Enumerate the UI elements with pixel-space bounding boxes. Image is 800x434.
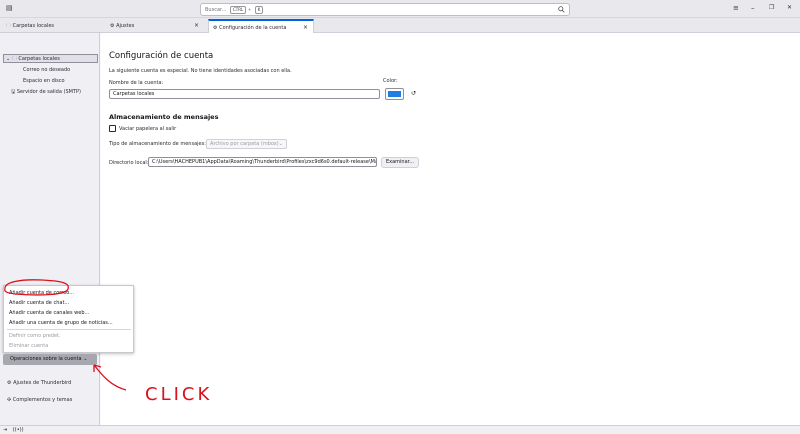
gear-icon: ⚙: [7, 380, 12, 386]
page-title: Configuración de cuenta: [109, 51, 214, 61]
title-bar: ▤ Buscar... CTRL + K ≡ – ❐ ✕: [0, 0, 800, 18]
menu-item-set-default: Definir como predet.: [9, 333, 61, 339]
hamburger-menu-icon[interactable]: ≡: [733, 4, 739, 12]
minimize-icon[interactable]: –: [751, 4, 755, 12]
status-bar: ⇥ ((•)): [0, 425, 800, 434]
tab-close-icon[interactable]: ×: [194, 19, 199, 33]
local-dir-label: Directorio local:: [109, 160, 149, 166]
tab-configuracion-cuenta[interactable]: ⚙ Configuración de la cuenta ×: [208, 19, 314, 33]
reset-color-icon[interactable]: ↺: [411, 90, 416, 97]
sidebar-item-label: Carpetas locales: [18, 56, 60, 62]
sidebar-item-label: Servidor de salida (SMTP): [16, 89, 81, 95]
menu-item-add-chat[interactable]: Añadir cuenta de chat...: [9, 300, 69, 306]
shortcut-letter: K: [254, 6, 264, 14]
color-picker[interactable]: [385, 88, 404, 100]
sidebar-item-label: Ajustes de Thunderbird: [13, 380, 72, 386]
browse-button[interactable]: Examinar...: [381, 157, 419, 168]
search-input[interactable]: Buscar... CTRL + K: [200, 3, 570, 16]
account-operations-button[interactable]: Operaciones sobre la cuenta ⌄: [3, 354, 97, 365]
account-settings-icon: ⚙: [213, 25, 218, 31]
account-settings-panel: Configuración de cuenta La siguiente cue…: [101, 33, 800, 425]
storage-type-value: Archivo por carpeta (mbox): [210, 141, 279, 147]
button-label: Operaciones sobre la cuenta: [10, 356, 82, 362]
server-icon: 🖫: [11, 89, 16, 95]
menu-item-add-feed[interactable]: Añadir cuenta de canales web...: [9, 310, 89, 316]
account-name-field[interactable]: Carpetas locales: [109, 89, 380, 99]
close-icon[interactable]: ✕: [787, 4, 792, 11]
tab-label: Ajustes: [116, 23, 135, 29]
sidebar-item-disk-space[interactable]: Espacio en disco: [23, 78, 65, 84]
menu-item-add-mail[interactable]: Añadir cuenta de correo...: [9, 290, 74, 296]
chevron-down-icon: ⌄: [83, 356, 88, 362]
menu-item-remove-account: Eliminar cuenta: [9, 343, 49, 349]
sidebar-item-settings[interactable]: ⚙ Ajustes de Thunderbird: [7, 380, 71, 386]
local-dir-field[interactable]: C:\Users\HACHEPUB1\AppData\Roaming\Thund…: [148, 157, 377, 167]
sidebar-item-junk[interactable]: Correo no deseado: [23, 67, 70, 73]
tab-carpetas-locales[interactable]: 🗀 Carpetas locales: [2, 19, 102, 33]
activity-icon: ((•)): [12, 427, 24, 433]
tab-bar: 🗀 Carpetas locales ⚙ Ajustes × ⚙ Configu…: [0, 18, 800, 33]
folder-icon: 🗀: [11, 56, 17, 62]
account-actions-menu: Añadir cuenta de correo... Añadir cuenta…: [3, 285, 134, 353]
puzzle-icon: ✣: [7, 397, 12, 403]
menu-divider: [7, 329, 131, 330]
sidebar-item-smtp[interactable]: 🖫 Servidor de salida (SMTP): [11, 89, 81, 97]
shortcut-key: CTRL: [229, 6, 247, 14]
folder-icon: 🗀: [6, 23, 12, 29]
empty-trash-checkbox[interactable]: [109, 125, 116, 132]
sidebar-item-label: Complementos y temas: [12, 397, 73, 403]
storage-type-label: Tipo de almacenamiento de mensajes:: [109, 141, 206, 147]
restore-icon[interactable]: ❐: [769, 4, 774, 11]
chevron-down-icon: ⌄: [278, 141, 283, 147]
search-icon[interactable]: [558, 6, 565, 13]
menu-item-add-news[interactable]: Añadir una cuenta de grupo de noticias..…: [9, 320, 113, 326]
tab-label: Configuración de la cuenta: [219, 25, 287, 31]
sidebar-item-addons[interactable]: ✣ Complementos y temas: [7, 397, 72, 403]
search-placeholder: Buscar...: [205, 7, 227, 13]
description-text: La siguiente cuenta es especial. No tien…: [109, 68, 292, 74]
app-menu-icon[interactable]: ▤: [6, 4, 13, 12]
tab-ajustes[interactable]: ⚙ Ajustes ×: [106, 19, 204, 33]
sidebar-toggle-icon[interactable]: ⇥: [3, 427, 7, 433]
chevron-down-icon[interactable]: ⌄: [6, 56, 10, 62]
gear-icon: ⚙: [110, 23, 115, 29]
color-swatch: [388, 91, 401, 97]
account-tree-pane: ⌄ 🗀 Carpetas locales Correo no deseado E…: [0, 33, 100, 425]
sidebar-item-local-folders[interactable]: ⌄ 🗀 Carpetas locales: [3, 54, 98, 63]
storage-type-select: Archivo por carpeta (mbox) ⌄: [206, 139, 287, 149]
empty-trash-label[interactable]: Vaciar papelera al salir: [119, 126, 176, 132]
account-name-label: Nombre de la cuenta:: [109, 80, 164, 86]
storage-heading: Almacenamiento de mensajes: [109, 113, 219, 121]
tab-label: Carpetas locales: [12, 23, 55, 29]
color-label: Color:: [383, 78, 398, 84]
